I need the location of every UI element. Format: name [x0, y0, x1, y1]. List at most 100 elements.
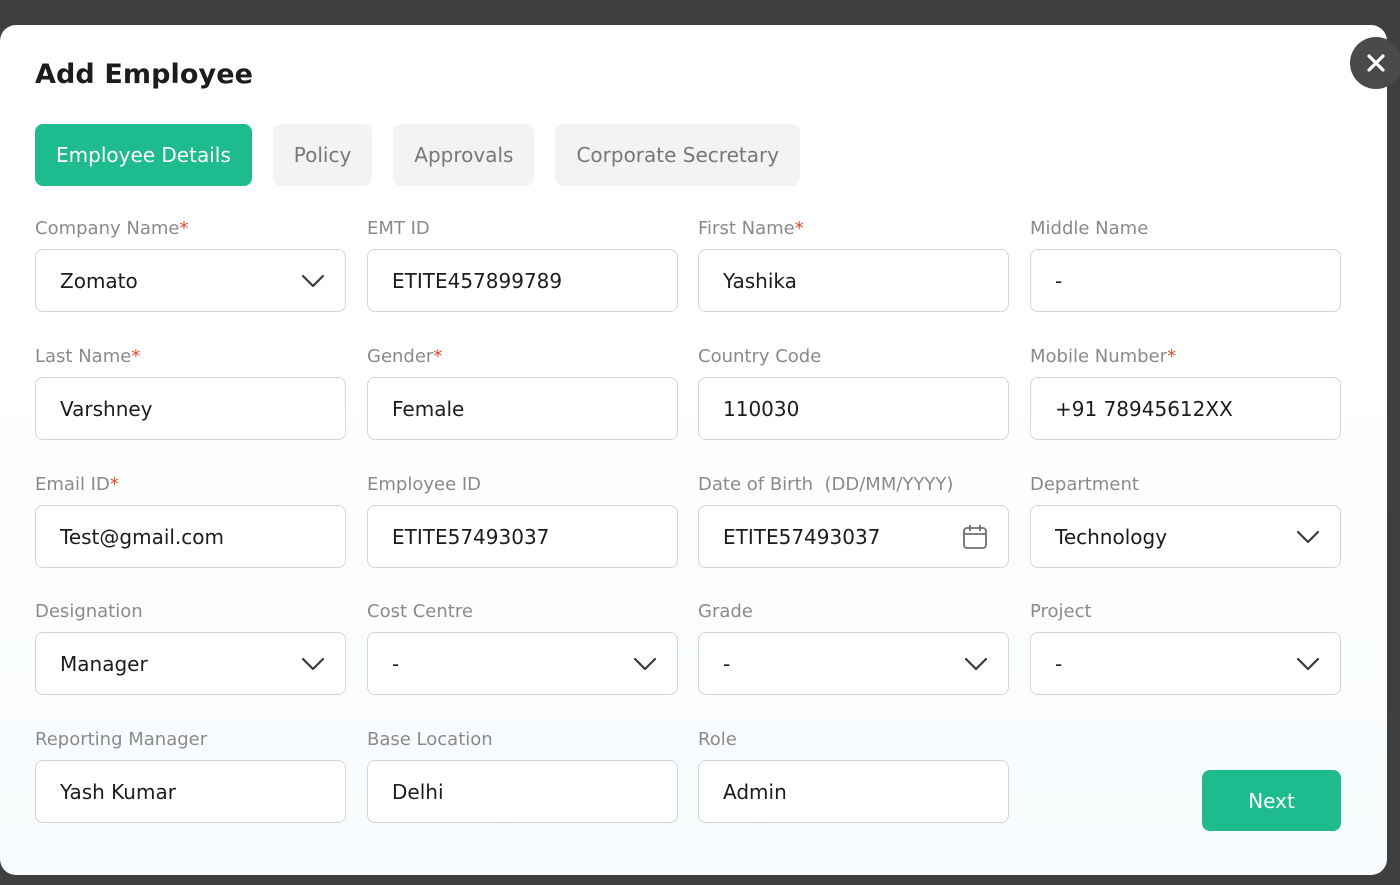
project-select[interactable]: -: [1030, 632, 1341, 695]
add-employee-modal: Add Employee Employee Details Policy App…: [0, 25, 1400, 875]
department-select[interactable]: Technology: [1030, 505, 1341, 568]
last-name-value: Varshney: [60, 396, 153, 421]
email-id-field: Email ID* Test@gmail.com: [35, 473, 346, 568]
department-label: Department: [1030, 474, 1139, 495]
designation-select[interactable]: Manager: [35, 632, 346, 695]
emt-id-value: ETITE457899789: [392, 268, 563, 293]
cost-centre-field: Cost Centre -: [367, 600, 678, 695]
chevron-down-icon: [301, 657, 325, 671]
email-id-input[interactable]: Test@gmail.com: [35, 505, 346, 568]
tab-policy[interactable]: Policy: [272, 124, 373, 186]
country-code-value: 110030: [723, 396, 800, 421]
first-name-label: First Name: [698, 218, 795, 239]
middle-name-input[interactable]: -: [1030, 249, 1341, 312]
grade-value: -: [723, 651, 731, 676]
reporting-manager-value: Yash Kumar: [60, 779, 176, 804]
grade-label: Grade: [698, 601, 753, 622]
mobile-number-label: Mobile Number: [1030, 346, 1168, 367]
emt-id-label: EMT ID: [367, 218, 430, 239]
employee-id-value: ETITE57493037: [392, 524, 550, 549]
department-field: Department Technology: [1030, 473, 1341, 568]
date-of-birth-field: Date of Birth (DD/MM/YYYY) ETITE57493037: [698, 473, 1009, 568]
employee-id-input[interactable]: ETITE57493037: [367, 505, 678, 568]
designation-label: Designation: [35, 601, 143, 622]
emt-id-field: EMT ID ETITE457899789: [367, 217, 678, 312]
role-value: Admin: [723, 779, 787, 804]
gender-label: Gender: [367, 346, 434, 367]
reporting-manager-label: Reporting Manager: [35, 729, 208, 750]
tab-bar: Employee Details Policy Approvals Corpor…: [35, 124, 801, 186]
base-location-label: Base Location: [367, 729, 493, 750]
first-name-input[interactable]: Yashika: [698, 249, 1009, 312]
cost-centre-select[interactable]: -: [367, 632, 678, 695]
gender-input[interactable]: Female: [367, 377, 678, 440]
company-name-label: Company Name: [35, 218, 180, 239]
chevron-down-icon: [633, 657, 657, 671]
role-input[interactable]: Admin: [698, 760, 1009, 823]
role-label: Role: [698, 729, 737, 750]
last-name-input[interactable]: Varshney: [35, 377, 346, 440]
chevron-down-icon: [1296, 657, 1320, 671]
project-value: -: [1055, 651, 1063, 676]
calendar-icon[interactable]: [962, 524, 988, 550]
grade-select[interactable]: -: [698, 632, 1009, 695]
tab-employee-details[interactable]: Employee Details: [35, 124, 252, 186]
mobile-number-input[interactable]: +91 78945612XX: [1030, 377, 1341, 440]
required-marker: *: [109, 474, 119, 495]
grade-field: Grade -: [698, 600, 1009, 695]
first-name-value: Yashika: [723, 268, 797, 293]
emt-id-input[interactable]: ETITE457899789: [367, 249, 678, 312]
project-label: Project: [1030, 601, 1092, 622]
base-location-field: Base Location Delhi: [367, 728, 678, 823]
close-button[interactable]: [1350, 37, 1400, 89]
first-name-field: First Name* Yashika: [698, 217, 1009, 312]
gender-value: Female: [392, 396, 465, 421]
last-name-field: Last Name* Varshney: [35, 345, 346, 440]
base-location-input[interactable]: Delhi: [367, 760, 678, 823]
chevron-down-icon: [1296, 530, 1320, 544]
mobile-number-value: +91 78945612XX: [1055, 396, 1233, 421]
email-id-value: Test@gmail.com: [60, 524, 225, 549]
required-marker: *: [131, 346, 141, 367]
required-marker: *: [794, 218, 804, 239]
company-name-field: Company Name* Zomato: [35, 217, 346, 312]
reporting-manager-input[interactable]: Yash Kumar: [35, 760, 346, 823]
mobile-number-field: Mobile Number* +91 78945612XX: [1030, 345, 1341, 440]
required-marker: *: [1167, 346, 1177, 367]
close-icon: [1367, 54, 1385, 72]
chevron-down-icon: [301, 274, 325, 288]
country-code-label: Country Code: [698, 346, 822, 367]
tab-approvals[interactable]: Approvals: [393, 124, 535, 186]
employee-id-field: Employee ID ETITE57493037: [367, 473, 678, 568]
reporting-manager-field: Reporting Manager Yash Kumar: [35, 728, 346, 823]
date-of-birth-value: ETITE57493037: [723, 524, 881, 549]
department-value: Technology: [1055, 524, 1168, 549]
country-code-input[interactable]: 110030: [698, 377, 1009, 440]
email-id-label: Email ID: [35, 474, 110, 495]
date-of-birth-label: Date of Birth: [698, 474, 814, 495]
project-field: Project -: [1030, 600, 1341, 695]
middle-name-field: Middle Name -: [1030, 217, 1341, 312]
tab-corporate-secretary[interactable]: Corporate Secretary: [555, 124, 801, 186]
required-marker: *: [179, 218, 189, 239]
designation-field: Designation Manager: [35, 600, 346, 695]
role-field: Role Admin: [698, 728, 1009, 823]
company-name-value: Zomato: [60, 268, 138, 293]
next-button[interactable]: Next: [1202, 770, 1341, 831]
company-name-select[interactable]: Zomato: [35, 249, 346, 312]
middle-name-label: Middle Name: [1030, 218, 1149, 239]
date-format-hint: (DD/MM/YYYY): [824, 474, 954, 495]
designation-value: Manager: [60, 651, 148, 676]
required-marker: *: [433, 346, 443, 367]
base-location-value: Delhi: [392, 779, 444, 804]
middle-name-value: -: [1055, 268, 1063, 293]
chevron-down-icon: [964, 657, 988, 671]
gender-field: Gender* Female: [367, 345, 678, 440]
cost-centre-label: Cost Centre: [367, 601, 473, 622]
modal-title: Add Employee: [35, 59, 254, 90]
date-of-birth-input[interactable]: ETITE57493037: [698, 505, 1009, 568]
last-name-label: Last Name: [35, 346, 132, 367]
cost-centre-value: -: [392, 651, 400, 676]
country-code-field: Country Code 110030: [698, 345, 1009, 440]
employee-id-label: Employee ID: [367, 474, 482, 495]
